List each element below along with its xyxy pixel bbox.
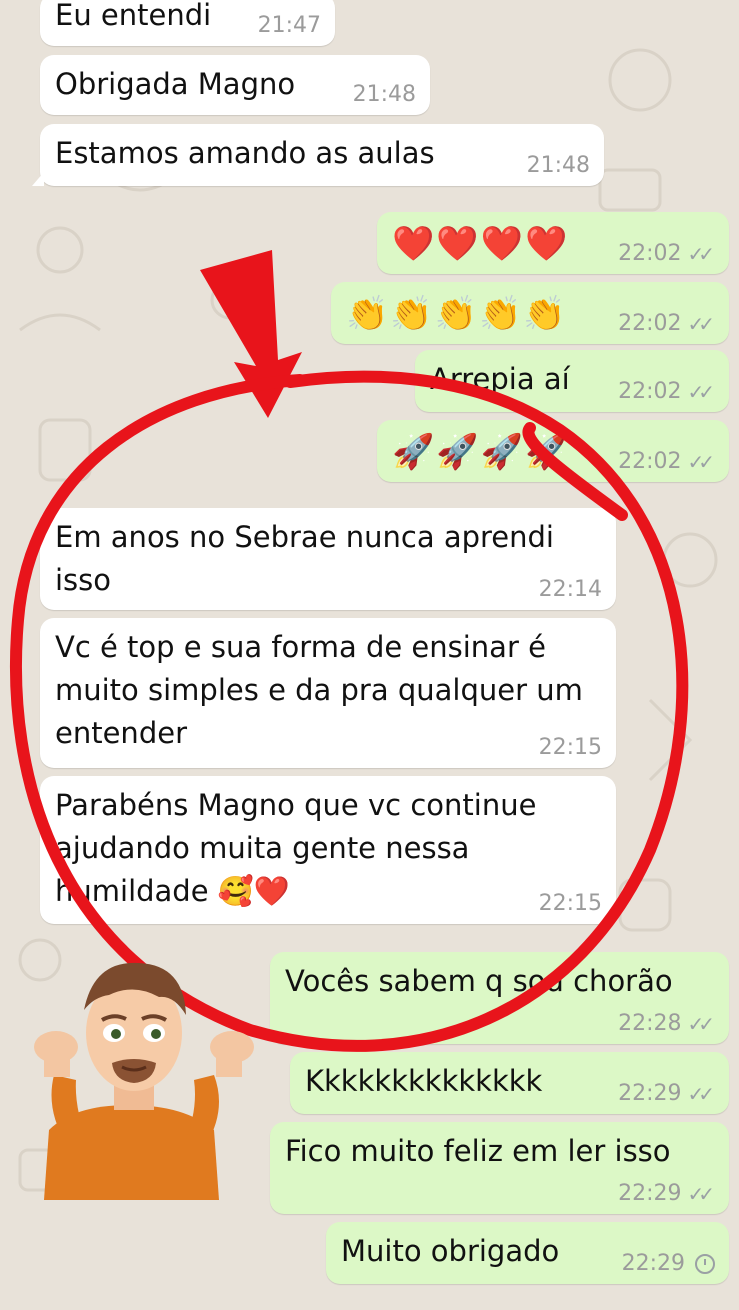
message-bubble-outgoing[interactable]: ❤️❤️❤️❤️ 22:02 ✓✓ <box>377 212 729 274</box>
message-bubble-outgoing[interactable]: Muito obrigado 22:29 <box>326 1222 729 1284</box>
message-time: 22:29 ✓✓ <box>618 1181 715 1207</box>
time-label: 21:47 <box>257 13 321 38</box>
time-label: 22:29 <box>618 1181 682 1206</box>
double-check-icon: ✓✓ <box>687 1082 714 1106</box>
time-label: 21:48 <box>352 82 416 107</box>
double-check-icon: ✓✓ <box>687 1012 714 1036</box>
message-time: 22:02 ✓✓ <box>618 241 715 267</box>
clock-icon <box>695 1254 715 1274</box>
time-label: 22:02 <box>618 311 682 336</box>
time-label: 21:48 <box>526 153 590 178</box>
message-text: Estamos amando as aulas <box>55 136 435 170</box>
message-text: Vocês sabem q sou chorão <box>285 964 673 998</box>
message-bubble-incoming[interactable]: Em anos no Sebrae nunca aprendi isso 22:… <box>40 508 616 610</box>
time-label: 22:02 <box>618 379 682 404</box>
double-check-icon: ✓✓ <box>687 380 714 404</box>
message-time: 22:29 ✓✓ <box>618 1081 715 1107</box>
double-check-icon: ✓✓ <box>687 312 714 336</box>
bubble-tail <box>32 172 44 186</box>
message-time: 22:14 <box>539 578 602 602</box>
time-label: 22:15 <box>538 735 602 760</box>
message-time: 22:29 <box>622 1252 715 1276</box>
message-time: 22:02 ✓✓ <box>618 379 715 405</box>
shrugging-avatar-sticker <box>34 962 254 1200</box>
message-bubble-outgoing[interactable]: Vocês sabem q sou chorão 22:28 ✓✓ <box>270 952 729 1044</box>
time-label: 22:29 <box>621 1251 685 1276</box>
time-label: 22:29 <box>618 1081 682 1106</box>
message-time: 21:48 <box>353 83 416 107</box>
time-label: 22:15 <box>538 891 602 916</box>
message-text: Em anos no Sebrae nunca aprendi isso <box>55 520 564 597</box>
message-bubble-incoming[interactable]: Vc é top e sua forma de ensinar é muito … <box>40 618 616 768</box>
message-time: 22:15 <box>539 892 602 916</box>
message-text: Vc é top e sua forma de ensinar é muito … <box>55 630 593 750</box>
message-bubble-outgoing[interactable]: Arrepia aí 22:02 ✓✓ <box>415 350 729 412</box>
double-check-icon: ✓✓ <box>687 1182 714 1206</box>
message-time: 21:48 <box>527 154 590 178</box>
message-text: Fico muito feliz em ler isso <box>285 1134 671 1168</box>
double-check-icon: ✓✓ <box>687 242 714 266</box>
message-text: Parabéns Magno que vc continue ajudando … <box>55 788 546 908</box>
time-label: 22:02 <box>618 241 682 266</box>
message-bubble-outgoing[interactable]: Fico muito feliz em ler isso 22:29 ✓✓ <box>270 1122 729 1214</box>
time-label: 22:28 <box>618 1011 682 1036</box>
chat-screen: Eu entendi 21:47 Obrigada Magno 21:48 Es… <box>0 0 739 1310</box>
message-bubble-incoming[interactable]: Eu entendi 21:47 <box>40 0 335 46</box>
message-bubble-incoming[interactable]: Obrigada Magno 21:48 <box>40 55 430 115</box>
double-check-icon: ✓✓ <box>687 450 714 474</box>
message-time: 22:02 ✓✓ <box>618 311 715 337</box>
message-bubble-outgoing[interactable]: 👏👏👏👏👏 22:02 ✓✓ <box>331 282 729 344</box>
message-bubble-outgoing[interactable]: 🚀🚀🚀🚀 22:02 ✓✓ <box>377 420 729 482</box>
message-time: 22:02 ✓✓ <box>618 449 715 475</box>
message-bubble-incoming[interactable]: Parabéns Magno que vc continue ajudando … <box>40 776 616 924</box>
message-time: 22:28 ✓✓ <box>618 1011 715 1037</box>
time-label: 22:02 <box>618 449 682 474</box>
message-bubble-incoming[interactable]: Estamos amando as aulas 21:48 <box>32 124 604 186</box>
message-bubble-outgoing[interactable]: Kkkkkkkkkkkkkk 22:29 ✓✓ <box>290 1052 729 1114</box>
time-label: 22:14 <box>538 577 602 602</box>
message-time: 21:47 <box>258 14 321 38</box>
message-time: 22:15 <box>539 736 602 760</box>
